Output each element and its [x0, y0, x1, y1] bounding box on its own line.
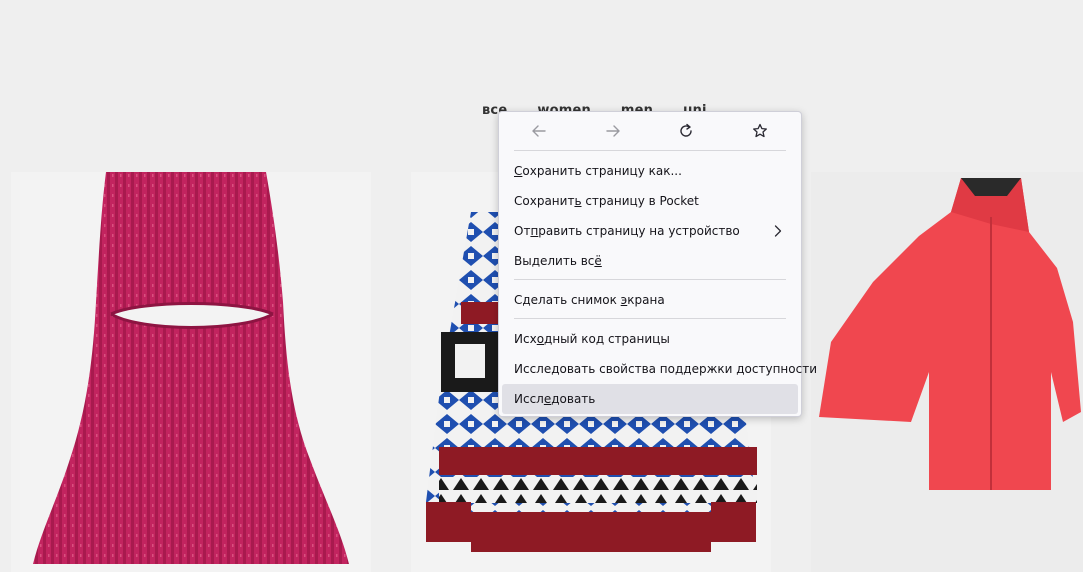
forward-button[interactable] — [598, 119, 628, 143]
coat-image — [819, 178, 1081, 490]
menu-separator — [514, 318, 786, 319]
menu-item-save-page-as[interactable]: Сохранить страницу как... — [502, 156, 798, 186]
bookmark-button[interactable] — [745, 119, 775, 143]
menu-item-view-source[interactable]: Исходный код страницы — [502, 324, 798, 354]
menu-item-inspect-accessibility[interactable]: Исследовать свойства поддержки доступнос… — [502, 354, 817, 384]
menu-separator — [514, 150, 786, 151]
product-card-coat[interactable] — [811, 172, 1083, 572]
reload-icon — [680, 123, 692, 137]
reload-button[interactable] — [671, 119, 701, 143]
balaclava-image — [33, 172, 349, 564]
chevron-right-icon — [774, 225, 782, 237]
menu-item-take-screenshot[interactable]: Сделать снимок экрана — [502, 285, 798, 315]
menu-item-send-to-device[interactable]: Отправить страницу на устройство — [502, 216, 798, 246]
back-arrow-icon — [532, 125, 546, 137]
menu-item-save-to-pocket[interactable]: Сохранить страницу в Pocket — [502, 186, 798, 216]
context-menu: Сохранить страницу как... Сохранить стра… — [498, 111, 817, 417]
menu-item-inspect[interactable]: Исследовать — [502, 384, 798, 414]
menu-separator — [514, 279, 786, 280]
forward-arrow-icon — [606, 125, 620, 137]
product-card-balaclava[interactable] — [11, 172, 371, 572]
bookmark-star-icon — [753, 123, 767, 138]
menu-item-select-all[interactable]: Выделить всё — [502, 246, 798, 276]
back-button[interactable] — [524, 119, 554, 143]
context-nav-row — [499, 112, 801, 150]
